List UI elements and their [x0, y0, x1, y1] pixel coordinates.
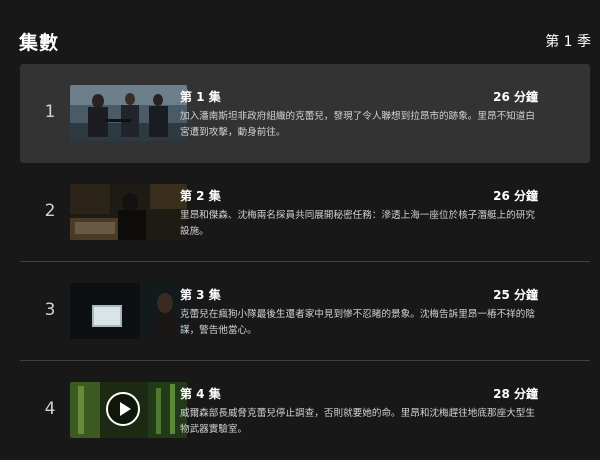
- episode-description: 加入潘南斯坦非政府組織的克蕾兒，發現了令人聯想到拉昂市的跡象。里昂不知道白宮遭到…: [180, 111, 535, 138]
- episode-title: 第 2 集: [180, 189, 221, 203]
- episode-description: 里昂和傑森、沈梅兩名探員共同展開秘密任務：滲透上海一座位於核子潛艇上的研究設施。: [180, 210, 535, 237]
- episode-title: 第 1 集: [180, 90, 221, 104]
- play-icon[interactable]: [106, 392, 140, 426]
- season-selector[interactable]: 第 1 季: [545, 31, 591, 51]
- episodes-title: 集數: [19, 32, 60, 54]
- episode-thumbnail-2[interactable]: [70, 184, 187, 240]
- episode-duration: 26 分鐘: [493, 90, 538, 104]
- episode-description: 克蕾兒在瘋狗小隊最後生還者家中見到慘不忍睹的景象。沈梅告訴里昂一樁不祥的陰謀，警…: [180, 309, 535, 336]
- episode-duration: 28 分鐘: [493, 387, 538, 401]
- episode-item-3[interactable]: 3 第 3 集 25 分鐘 克蕾兒在瘋狗小隊最後生還者家中見到慘不忍睹的景象。沈…: [20, 262, 590, 361]
- episode-thumbnail-1[interactable]: [70, 85, 187, 141]
- episode-thumbnail-3[interactable]: [70, 283, 187, 339]
- episodes-header: 集數 第 1 季: [0, 0, 600, 64]
- episode-title: 第 3 集: [180, 288, 221, 302]
- episode-duration: 26 分鐘: [493, 189, 538, 203]
- episode-list: 1 第 1 集 26 分鐘 加入潘南斯坦非政府組織的克蕾兒，發現了令人聯想到拉昂…: [20, 64, 590, 460]
- episode-title: 第 4 集: [180, 387, 221, 401]
- episode-duration: 25 分鐘: [493, 288, 538, 302]
- episode-thumbnail-4[interactable]: [70, 382, 187, 438]
- episode-item-1[interactable]: 1 第 1 集 26 分鐘 加入潘南斯坦非政府組織的克蕾兒，發現了令人聯想到拉昂…: [20, 64, 590, 163]
- episode-description: 威爾森部長威脅克蕾兒停止調查，否則就要她的命。里昂和沈梅趕往地底那座大型生物武器…: [180, 408, 535, 435]
- episode-item-2[interactable]: 2 第 2 集 26 分鐘 里昂和傑森、沈梅兩名探員共同展開秘密任務：滲透上海一…: [20, 163, 590, 262]
- episode-item-4[interactable]: 4 第 4 集 28 分鐘 威爾森部長威脅克蕾兒停止調查，否則就要她的命。里昂和…: [20, 361, 590, 460]
